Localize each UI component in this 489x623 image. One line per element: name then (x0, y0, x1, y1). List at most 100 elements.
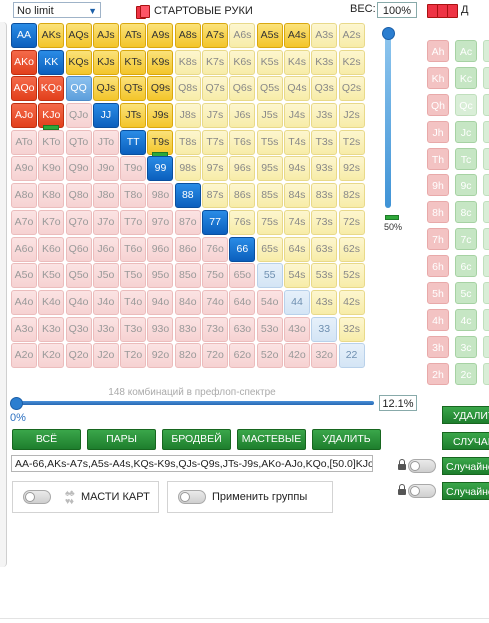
hand-cell-K5s[interactable]: K5s (256, 49, 283, 75)
hand-cell-98s[interactable]: 98s (174, 156, 201, 182)
card-Qh[interactable]: Qh (427, 93, 449, 116)
hand-cell-64o[interactable]: 64o (229, 289, 256, 315)
card-clipped[interactable] (483, 201, 489, 224)
hand-cell-74o[interactable]: 74o (202, 289, 229, 315)
hand-cell-86o[interactable]: 86o (174, 236, 201, 262)
hand-cell-J6o[interactable]: J6o (92, 236, 119, 262)
card-2h[interactable]: 2h (427, 362, 449, 385)
card-9c[interactable]: 9c (455, 174, 477, 197)
hand-cell-Q6s[interactable]: Q6s (229, 76, 256, 102)
card-Ac[interactable]: Ac (455, 40, 477, 62)
hand-cell-QQ[interactable]: QQ (65, 76, 92, 102)
hand-cell-K2s[interactable]: K2s (338, 49, 365, 75)
hand-cell-77[interactable]: 77 (202, 209, 229, 235)
hand-cell-A4o[interactable]: A4o (11, 289, 37, 315)
hand-cell-J4o[interactable]: J4o (92, 289, 119, 315)
card-3c[interactable]: 3c (455, 335, 477, 358)
hand-cell-T9s[interactable]: T9s (147, 129, 174, 157)
hand-cell-T4o[interactable]: T4o (120, 289, 147, 315)
weight-input[interactable]: 100% (377, 2, 417, 18)
hand-cell-J7o[interactable]: J7o (92, 209, 119, 235)
card-Tc[interactable]: Tc (455, 147, 477, 170)
range-slider[interactable] (10, 397, 374, 410)
hand-cell-J3s[interactable]: J3s (311, 103, 338, 129)
hand-cell-53s[interactable]: 53s (311, 263, 338, 289)
hand-cell-76s[interactable]: 76s (229, 209, 256, 235)
hand-cell-Q9s[interactable]: Q9s (147, 76, 174, 102)
card-clipped[interactable] (483, 282, 489, 305)
hand-cell-A5o[interactable]: A5o (11, 263, 37, 289)
hand-cell-K7o[interactable]: K7o (38, 209, 65, 235)
card-5c[interactable]: 5c (455, 282, 477, 305)
hand-cell-64s[interactable]: 64s (283, 236, 310, 262)
card-Ah[interactable]: Ah (427, 40, 449, 62)
hand-cell-86s[interactable]: 86s (229, 183, 256, 209)
hand-cell-63s[interactable]: 63s (311, 236, 338, 262)
hand-cell-65o[interactable]: 65o (229, 263, 256, 289)
hand-cell-JTo[interactable]: JTo (92, 129, 119, 155)
hand-cell-43s[interactable]: 43s (311, 289, 338, 315)
hand-cell-43o[interactable]: 43o (283, 316, 310, 342)
hand-cell-A3s[interactable]: A3s (311, 23, 338, 48)
groups-toggle[interactable] (178, 490, 206, 504)
random-button-2[interactable]: Случайно (442, 482, 489, 500)
card-3h[interactable]: 3h (427, 335, 449, 358)
hand-cell-93o[interactable]: 93o (147, 316, 174, 342)
hand-cell-Q4o[interactable]: Q4o (65, 289, 92, 315)
hand-cell-T6o[interactable]: T6o (120, 236, 147, 262)
hand-cell-98o[interactable]: 98o (147, 183, 174, 209)
hand-cell-J7s[interactable]: J7s (202, 103, 229, 129)
broadway-button[interactable]: БРОДВЕЙ (162, 429, 231, 450)
hand-cell-A7s[interactable]: A7s (202, 23, 229, 48)
suits-toggle[interactable] (23, 490, 51, 504)
hand-cell-K7s[interactable]: K7s (202, 49, 229, 75)
right-delete-button[interactable]: УДАЛИТЬ (442, 406, 489, 424)
card-clipped[interactable] (483, 228, 489, 251)
hand-cell-J6s[interactable]: J6s (229, 103, 256, 129)
hand-cell-T5o[interactable]: T5o (120, 263, 147, 289)
hand-cell-Q8s[interactable]: Q8s (174, 76, 201, 102)
hand-cell-A2o[interactable]: A2o (11, 343, 37, 369)
hand-cell-72s[interactable]: 72s (338, 209, 365, 235)
hand-cell-85o[interactable]: 85o (174, 263, 201, 289)
hand-cell-KQs[interactable]: KQs (65, 49, 92, 75)
hand-cell-KJs[interactable]: KJs (92, 49, 119, 75)
card-clipped[interactable] (483, 255, 489, 278)
hand-cell-93s[interactable]: 93s (311, 156, 338, 182)
hand-cell-42s[interactable]: 42s (338, 289, 365, 315)
card-6c[interactable]: 6c (455, 255, 477, 278)
hand-cell-55[interactable]: 55 (256, 263, 283, 289)
hand-cell-87s[interactable]: 87s (202, 183, 229, 209)
hand-cell-T2s[interactable]: T2s (338, 129, 365, 155)
hand-cell-42o[interactable]: 42o (283, 343, 310, 369)
hand-cell-K5o[interactable]: K5o (38, 263, 65, 289)
hand-cell-A6o[interactable]: A6o (11, 236, 37, 262)
hand-cell-92s[interactable]: 92s (338, 156, 365, 182)
hand-cell-J4s[interactable]: J4s (283, 103, 310, 129)
random-button-1[interactable]: Случайно (442, 457, 489, 475)
hand-cell-Q7s[interactable]: Q7s (202, 76, 229, 102)
card-Kh[interactable]: Kh (427, 66, 449, 89)
hand-cell-87o[interactable]: 87o (174, 209, 201, 235)
range-slider-knob[interactable] (10, 397, 23, 410)
card-clipped[interactable] (483, 93, 489, 116)
pairs-button[interactable]: ПАРЫ (87, 429, 156, 450)
hand-cell-J8o[interactable]: J8o (92, 183, 119, 209)
hand-cell-73o[interactable]: 73o (202, 316, 229, 342)
hand-cell-66[interactable]: 66 (229, 236, 256, 262)
card-Qc[interactable]: Qc (455, 93, 477, 116)
card-8h[interactable]: 8h (427, 201, 449, 224)
game-type-select[interactable]: No limit ▼ (13, 2, 101, 18)
hand-cell-KK[interactable]: KK (38, 49, 65, 75)
hand-cell-A4s[interactable]: A4s (283, 23, 310, 48)
hand-cell-82o[interactable]: 82o (174, 343, 201, 369)
hand-cell-JJ[interactable]: JJ (92, 103, 119, 129)
hand-cell-52o[interactable]: 52o (256, 343, 283, 369)
card-clipped[interactable] (483, 174, 489, 197)
hand-cell-75s[interactable]: 75s (256, 209, 283, 235)
hand-cell-QTs[interactable]: QTs (120, 76, 147, 102)
range-percent-input[interactable]: 12.1% (379, 395, 417, 411)
hand-cell-32o[interactable]: 32o (311, 343, 338, 369)
hand-cell-52s[interactable]: 52s (338, 263, 365, 289)
hand-cell-Q4s[interactable]: Q4s (283, 76, 310, 102)
